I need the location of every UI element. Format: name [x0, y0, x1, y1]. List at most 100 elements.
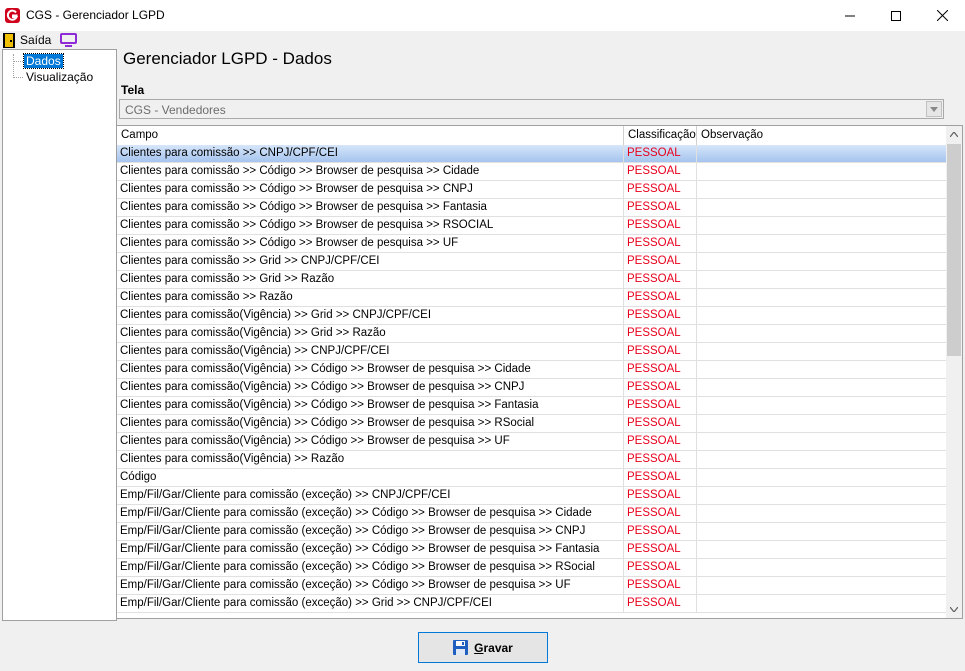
classificacao-cell[interactable]: PESSOAL [624, 397, 697, 414]
observacao-cell[interactable] [697, 325, 947, 342]
classificacao-cell[interactable]: PESSOAL [624, 253, 697, 270]
observacao-cell[interactable] [697, 289, 947, 306]
maximize-button[interactable] [873, 0, 919, 31]
fields-grid[interactable]: Campo Classificação Observação Clientes … [116, 125, 963, 619]
classificacao-cell[interactable]: PESSOAL [624, 271, 697, 288]
table-row[interactable]: Clientes para comissão(Vigência) >> Razã… [117, 451, 947, 469]
table-row[interactable]: Clientes para comissão >> Código >> Brow… [117, 163, 947, 181]
observacao-cell[interactable] [697, 361, 947, 378]
classificacao-cell[interactable]: PESSOAL [624, 199, 697, 216]
table-row[interactable]: Emp/Fil/Gar/Cliente para comissão (exceç… [117, 595, 947, 613]
table-row[interactable]: Clientes para comissão >> Código >> Brow… [117, 199, 947, 217]
campo-cell[interactable]: Emp/Fil/Gar/Cliente para comissão (exceç… [117, 487, 624, 504]
tree-item-visualizacao[interactable]: Visualização [24, 70, 95, 84]
observacao-cell[interactable] [697, 199, 947, 216]
campo-cell[interactable]: Clientes para comissão >> Grid >> Razão [117, 271, 624, 288]
table-row[interactable]: Clientes para comissão(Vigência) >> Códi… [117, 415, 947, 433]
observacao-cell[interactable] [697, 433, 947, 450]
campo-cell[interactable]: Emp/Fil/Gar/Cliente para comissão (exceç… [117, 505, 624, 522]
observacao-cell[interactable] [697, 541, 947, 558]
observacao-cell[interactable] [697, 145, 947, 162]
campo-cell[interactable]: Clientes para comissão(Vigência) >> Códi… [117, 397, 624, 414]
campo-cell[interactable]: Emp/Fil/Gar/Cliente para comissão (exceç… [117, 577, 624, 594]
campo-cell[interactable]: Clientes para comissão >> Razão [117, 289, 624, 306]
table-row[interactable]: Clientes para comissão(Vigência) >> Códi… [117, 361, 947, 379]
table-row[interactable]: Clientes para comissão >> CNPJ/CPF/CEI PE… [117, 145, 947, 163]
classificacao-cell[interactable]: PESSOAL [624, 595, 697, 612]
table-row[interactable]: Clientes para comissão(Vigência) >> Códi… [117, 433, 947, 451]
observacao-cell[interactable] [697, 487, 947, 504]
scroll-down-button[interactable] [946, 601, 962, 618]
campo-cell[interactable]: Clientes para comissão >> Código >> Brow… [117, 199, 624, 216]
classificacao-cell[interactable]: PESSOAL [624, 181, 697, 198]
campo-cell[interactable]: Emp/Fil/Gar/Cliente para comissão (exceç… [117, 559, 624, 576]
table-row[interactable]: Emp/Fil/Gar/Cliente para comissão (exceç… [117, 559, 947, 577]
campo-cell[interactable]: Clientes para comissão(Vigência) >> CNPJ… [117, 343, 624, 360]
classificacao-cell[interactable]: PESSOAL [624, 163, 697, 180]
campo-cell[interactable]: Clientes para comissão(Vigência) >> Códi… [117, 415, 624, 432]
observacao-cell[interactable] [697, 379, 947, 396]
campo-cell[interactable]: Clientes para comissão >> Código >> Brow… [117, 217, 624, 234]
column-header-campo[interactable]: Campo [117, 126, 624, 145]
classificacao-cell[interactable]: PESSOAL [624, 415, 697, 432]
campo-cell[interactable]: Clientes para comissão(Vigência) >> Códi… [117, 379, 624, 396]
tela-select[interactable]: CGS - Vendedores [119, 99, 944, 119]
scroll-up-button[interactable] [946, 126, 962, 143]
classificacao-cell[interactable]: PESSOAL [624, 217, 697, 234]
dropdown-button[interactable] [926, 101, 942, 117]
column-header-classificacao[interactable]: Classificação [624, 126, 697, 145]
campo-cell[interactable]: Clientes para comissão(Vigência) >> Códi… [117, 361, 624, 378]
observacao-cell[interactable] [697, 505, 947, 522]
classificacao-cell[interactable]: PESSOAL [624, 559, 697, 576]
minimize-button[interactable] [827, 0, 873, 31]
classificacao-cell[interactable]: PESSOAL [624, 361, 697, 378]
classificacao-cell[interactable]: PESSOAL [624, 433, 697, 450]
table-row[interactable]: Clientes para comissão(Vigência) >> Códi… [117, 397, 947, 415]
classificacao-cell[interactable]: PESSOAL [624, 235, 697, 252]
observacao-cell[interactable] [697, 397, 947, 414]
observacao-cell[interactable] [697, 469, 947, 486]
save-button[interactable]: Gravar [418, 632, 548, 663]
campo-cell[interactable]: Código [117, 469, 624, 486]
table-row[interactable]: Código PESSOAL [117, 469, 947, 487]
classificacao-cell[interactable]: PESSOAL [624, 577, 697, 594]
observacao-cell[interactable] [697, 217, 947, 234]
table-row[interactable]: Emp/Fil/Gar/Cliente para comissão (exceç… [117, 577, 947, 595]
table-row[interactable]: Emp/Fil/Gar/Cliente para comissão (exceç… [117, 541, 947, 559]
classificacao-cell[interactable]: PESSOAL [624, 541, 697, 558]
observacao-cell[interactable] [697, 253, 947, 270]
column-header-observacao[interactable]: Observação [697, 126, 947, 145]
table-row[interactable]: Clientes para comissão >> Grid >> CNPJ/C… [117, 253, 947, 271]
observacao-cell[interactable] [697, 595, 947, 612]
scroll-thumb[interactable] [947, 144, 961, 356]
vertical-scrollbar[interactable] [946, 126, 962, 618]
table-row[interactable]: Emp/Fil/Gar/Cliente para comissão (exceç… [117, 523, 947, 541]
classificacao-cell[interactable]: PESSOAL [624, 145, 697, 162]
classificacao-cell[interactable]: PESSOAL [624, 343, 697, 360]
campo-cell[interactable]: Emp/Fil/Gar/Cliente para comissão (exceç… [117, 595, 624, 612]
tree-item-dados[interactable]: Dados [23, 53, 64, 69]
table-row[interactable]: Clientes para comissão >> Grid >> Razão P… [117, 271, 947, 289]
table-row[interactable]: Clientes para comissão >> Código >> Brow… [117, 235, 947, 253]
campo-cell[interactable]: Clientes para comissão >> CNPJ/CPF/CEI [117, 145, 624, 162]
observacao-cell[interactable] [697, 181, 947, 198]
table-row[interactable]: Emp/Fil/Gar/Cliente para comissão (exceç… [117, 505, 947, 523]
table-row[interactable]: Emp/Fil/Gar/Cliente para comissão (exceç… [117, 487, 947, 505]
table-row[interactable]: Clientes para comissão(Vigência) >> Grid… [117, 307, 947, 325]
observacao-cell[interactable] [697, 415, 947, 432]
campo-cell[interactable]: Emp/Fil/Gar/Cliente para comissão (exceç… [117, 523, 624, 540]
observacao-cell[interactable] [697, 451, 947, 468]
campo-cell[interactable]: Clientes para comissão >> Código >> Brow… [117, 163, 624, 180]
classificacao-cell[interactable]: PESSOAL [624, 523, 697, 540]
classificacao-cell[interactable]: PESSOAL [624, 289, 697, 306]
close-button[interactable] [919, 0, 965, 31]
classificacao-cell[interactable]: PESSOAL [624, 325, 697, 342]
campo-cell[interactable]: Clientes para comissão >> Código >> Brow… [117, 181, 624, 198]
table-row[interactable]: Clientes para comissão >> Código >> Brow… [117, 181, 947, 199]
campo-cell[interactable]: Clientes para comissão(Vigência) >> Grid… [117, 307, 624, 324]
classificacao-cell[interactable]: PESSOAL [624, 379, 697, 396]
campo-cell[interactable]: Clientes para comissão(Vigência) >> Razã… [117, 451, 624, 468]
observacao-cell[interactable] [697, 559, 947, 576]
classificacao-cell[interactable]: PESSOAL [624, 505, 697, 522]
observacao-cell[interactable] [697, 307, 947, 324]
